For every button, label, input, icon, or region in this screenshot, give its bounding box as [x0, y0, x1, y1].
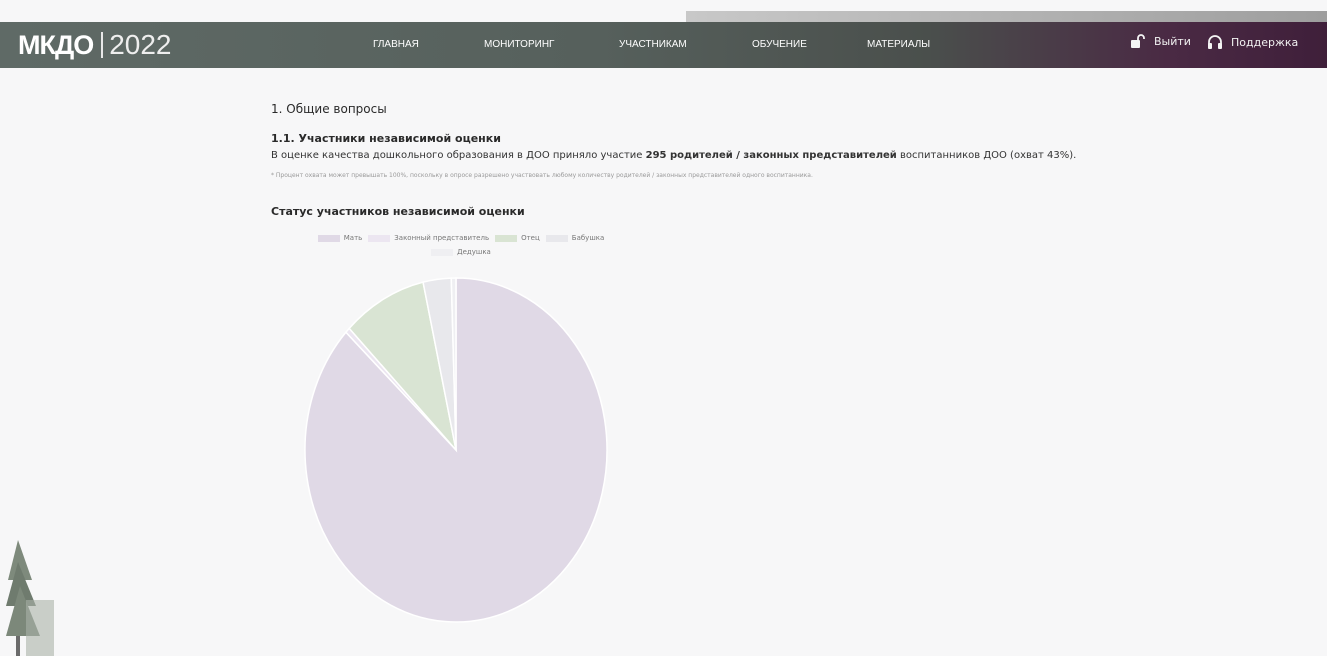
legend-label: Мать [343, 234, 363, 242]
summary-text-bold: 295 родителей / законных представителей [645, 150, 897, 161]
legend-label: Дедушка [457, 248, 491, 256]
nav-home[interactable]: ГЛАВНАЯ [373, 39, 419, 50]
legend-item[interactable]: Мать [317, 234, 363, 242]
legend-item[interactable]: Законный представитель [368, 234, 489, 242]
logo-divider [101, 32, 104, 58]
legend-swatch [495, 234, 518, 242]
nav-materials[interactable]: МАТЕРИАЛЫ [867, 39, 930, 50]
chart-legend: Мать Законный представитель Отец Бабушка Де… [296, 234, 626, 262]
legend-swatch [431, 248, 454, 256]
site-logo[interactable]: МКДО 2022 [18, 28, 172, 62]
legend-row: Дедушка [296, 248, 626, 256]
header-top-strip [686, 11, 1327, 22]
section-title: 1. Общие вопросы [271, 102, 387, 116]
pie-chart-svg [304, 277, 608, 623]
summary-text-end: воспитанников ДОО (охват 43%). [896, 150, 1077, 161]
legend-label: Бабушка [571, 234, 605, 242]
logo-year: 2022 [109, 29, 172, 60]
top-navbar: МКДО 2022 ГЛАВНАЯ МОНИТОРИНГ УЧАСТНИКАМ … [0, 22, 1327, 68]
pie-chart [303, 276, 609, 624]
logout-link[interactable]: Выйти [1130, 34, 1191, 48]
tree-decoration [6, 540, 54, 656]
legend-swatch [545, 234, 568, 242]
legend-item[interactable]: Дедушка [431, 248, 491, 256]
nav-training[interactable]: ОБУЧЕНИЕ [752, 39, 807, 50]
nav-participants[interactable]: УЧАСТНИКАМ [619, 39, 687, 50]
summary-text-start: В оценке качества дошкольного образовани… [271, 150, 646, 161]
subsection-title: 1.1. Участники независимой оценки [271, 132, 501, 145]
support-link[interactable]: Поддержка [1207, 34, 1298, 50]
logo-text: МКДО [18, 29, 94, 60]
nav-monitoring[interactable]: МОНИТОРИНГ [484, 39, 554, 50]
coverage-footnote: * Процент охвата может превышать 100%, п… [271, 172, 813, 179]
legend-swatch [368, 234, 391, 242]
logout-label: Выйти [1154, 34, 1191, 48]
participants-summary: В оценке качества дошкольного образовани… [271, 150, 1076, 161]
lock-open-icon [1131, 34, 1145, 48]
legend-label: Законный представитель [394, 234, 490, 242]
legend-label: Отец [521, 234, 540, 242]
legend-row: Мать Законный представитель Отец Бабушка [296, 234, 626, 242]
legend-swatch [317, 234, 340, 242]
headset-icon [1208, 35, 1222, 49]
support-label: Поддержка [1231, 35, 1299, 49]
legend-item[interactable]: Отец [495, 234, 540, 242]
chart-title: Статус участников независимой оценки [271, 205, 525, 218]
legend-item[interactable]: Бабушка [545, 234, 605, 242]
